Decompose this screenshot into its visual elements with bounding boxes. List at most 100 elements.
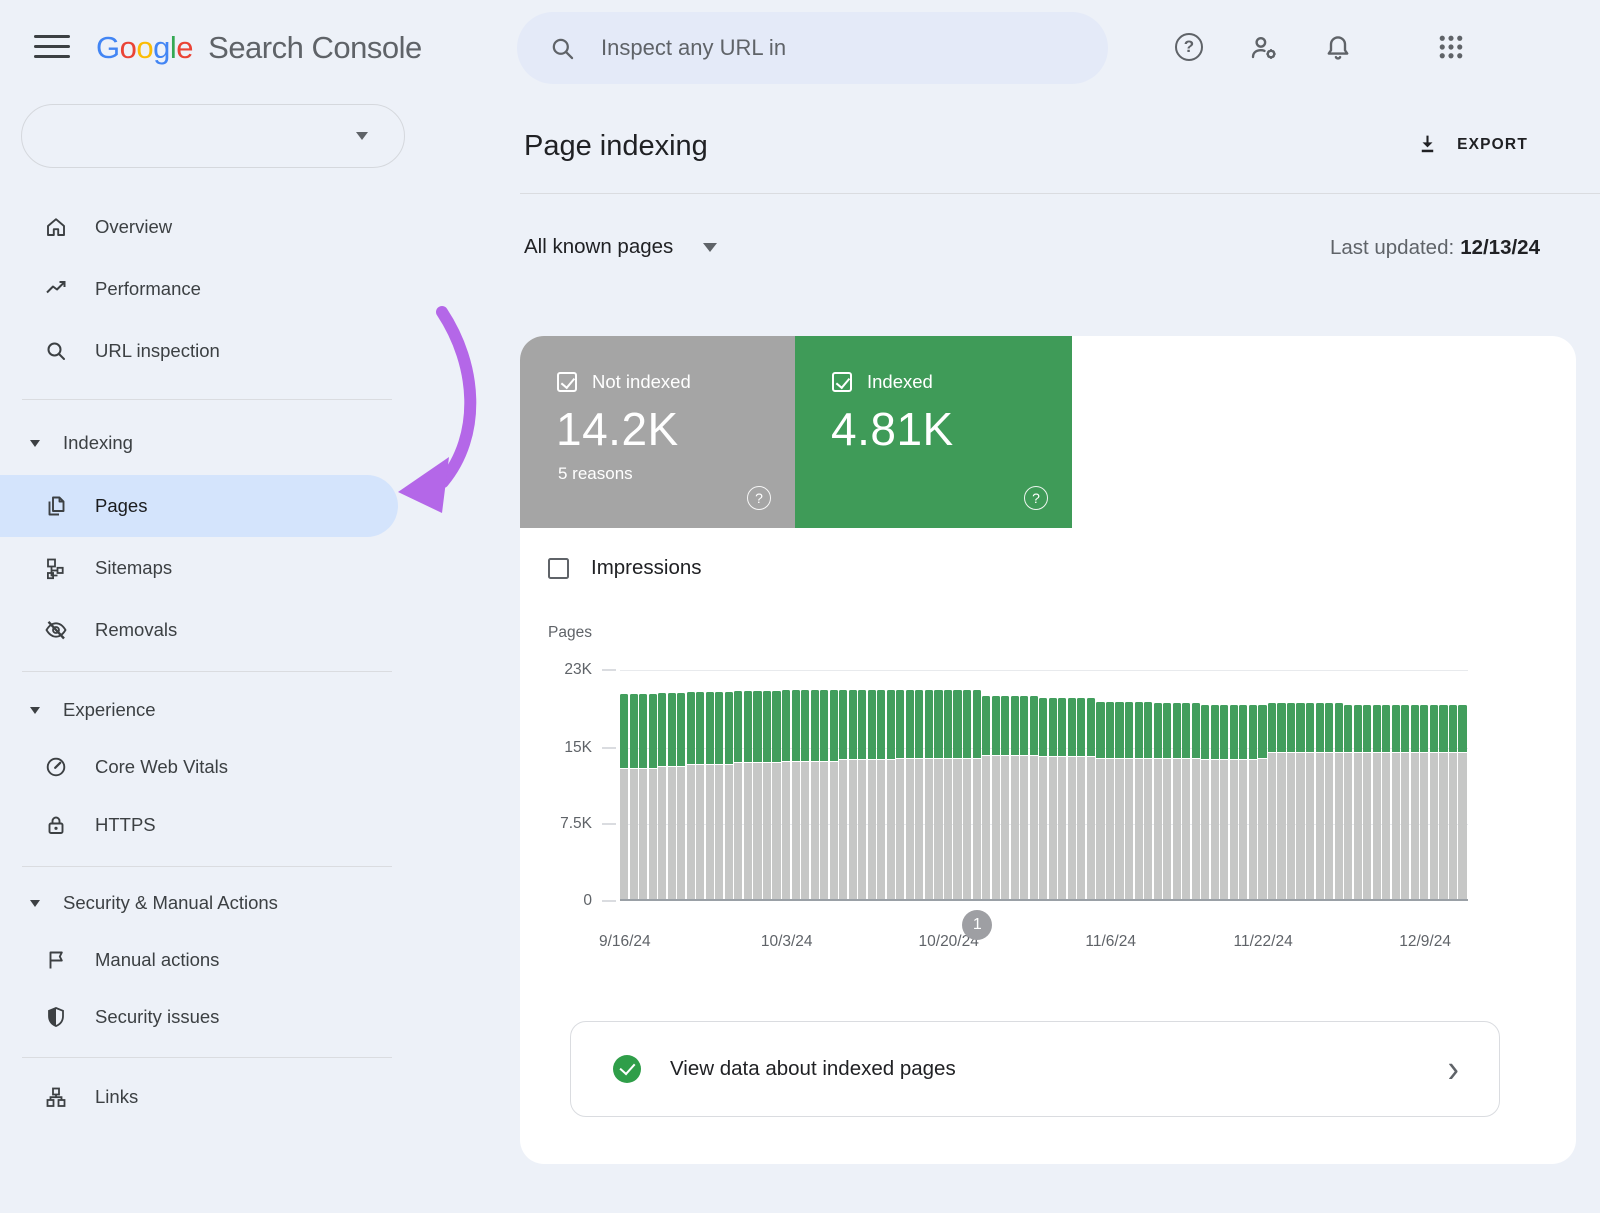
bar-indexed[interactable] [839, 690, 847, 760]
bar-not-indexed[interactable] [1173, 759, 1181, 899]
view-indexed-data-button[interactable]: View data about indexed pages › [570, 1021, 1500, 1117]
bar-indexed[interactable] [1449, 705, 1457, 753]
bar-not-indexed[interactable] [1201, 760, 1209, 899]
bar-indexed[interactable] [782, 690, 790, 761]
bar-not-indexed[interactable] [1277, 753, 1285, 899]
bar-not-indexed[interactable] [687, 765, 695, 899]
bar-not-indexed[interactable] [887, 760, 895, 899]
bar-indexed[interactable] [706, 692, 714, 764]
bar-not-indexed[interactable] [1096, 759, 1104, 899]
bar-not-indexed[interactable] [715, 765, 723, 899]
bar-not-indexed[interactable] [925, 759, 933, 899]
sidebar-item-links[interactable]: Links [0, 1073, 398, 1121]
bar-not-indexed[interactable] [1030, 756, 1038, 899]
bar-not-indexed[interactable] [772, 763, 780, 899]
bar-indexed[interactable] [887, 690, 895, 760]
bar-indexed[interactable] [1182, 703, 1190, 758]
sidebar-item-pages[interactable]: Pages [0, 475, 398, 537]
bar-indexed[interactable] [953, 690, 961, 758]
bar-not-indexed[interactable] [1077, 757, 1085, 899]
bar-not-indexed[interactable] [1449, 753, 1457, 899]
sidebar-item-url-inspection[interactable]: URL inspection [0, 327, 398, 375]
bar-indexed[interactable] [944, 690, 952, 758]
bar-not-indexed[interactable] [982, 756, 990, 899]
bar-not-indexed[interactable] [830, 762, 838, 899]
bar-indexed[interactable] [1382, 705, 1390, 753]
bar-not-indexed[interactable] [915, 759, 923, 899]
bar-not-indexed[interactable] [1325, 753, 1333, 899]
sidebar-section-experience[interactable]: Experience [0, 686, 398, 734]
bar-not-indexed[interactable] [1058, 757, 1066, 899]
bar-not-indexed[interactable] [706, 765, 714, 899]
bar-not-indexed[interactable] [868, 760, 876, 899]
bar-indexed[interactable] [1039, 698, 1047, 756]
bar-indexed[interactable] [668, 693, 676, 766]
indexed-card[interactable]: Indexed 4.81K ? [795, 336, 1072, 528]
bar-indexed[interactable] [630, 694, 638, 768]
bar-indexed[interactable] [1439, 705, 1447, 753]
bar-not-indexed[interactable] [820, 762, 828, 899]
bar-indexed[interactable] [1001, 696, 1009, 755]
not-indexed-checkbox[interactable] [557, 372, 577, 392]
bar-not-indexed[interactable] [1192, 759, 1200, 899]
user-settings-icon[interactable] [1249, 33, 1279, 63]
bar-not-indexed[interactable] [1154, 759, 1162, 899]
bar-not-indexed[interactable] [1401, 753, 1409, 899]
apps-grid-icon[interactable] [1437, 33, 1467, 63]
help-icon[interactable]: ? [1175, 33, 1205, 63]
bar-not-indexed[interactable] [992, 756, 1000, 899]
bar-indexed[interactable] [1020, 696, 1028, 755]
bar-not-indexed[interactable] [658, 767, 666, 899]
bar-indexed[interactable] [1125, 702, 1133, 758]
bar-not-indexed[interactable] [1430, 753, 1438, 899]
bar-not-indexed[interactable] [677, 767, 685, 899]
bar-not-indexed[interactable] [782, 762, 790, 899]
bar-not-indexed[interactable] [1020, 756, 1028, 899]
bar-indexed[interactable] [1011, 696, 1019, 755]
bar-not-indexed[interactable] [934, 759, 942, 899]
help-icon[interactable]: ? [1024, 486, 1048, 510]
bar-indexed[interactable] [1049, 698, 1057, 756]
impressions-checkbox[interactable] [548, 558, 569, 579]
bar-indexed[interactable] [687, 692, 695, 764]
bar-indexed[interactable] [1258, 705, 1266, 758]
bar-not-indexed[interactable] [630, 769, 638, 899]
bar-not-indexed[interactable] [1125, 759, 1133, 899]
bar-indexed[interactable] [973, 690, 981, 758]
bar-indexed[interactable] [677, 693, 685, 766]
sidebar-item-manual-actions[interactable]: Manual actions [0, 936, 398, 984]
bar-indexed[interactable] [868, 690, 876, 760]
bar-indexed[interactable] [1173, 703, 1181, 758]
bar-not-indexed[interactable] [1220, 760, 1228, 899]
bar-not-indexed[interactable] [1335, 753, 1343, 899]
bar-indexed[interactable] [1420, 705, 1428, 753]
bar-indexed[interactable] [1287, 703, 1295, 753]
bar-not-indexed[interactable] [1296, 753, 1304, 899]
bar-indexed[interactable] [1106, 702, 1114, 758]
url-inspection-searchbar[interactable]: Inspect any URL in [517, 12, 1108, 84]
bar-not-indexed[interactable] [1458, 753, 1466, 899]
bar-indexed[interactable] [1201, 705, 1209, 759]
bar-not-indexed[interactable] [792, 762, 800, 899]
bar-not-indexed[interactable] [849, 760, 857, 899]
bar-indexed[interactable] [639, 694, 647, 768]
bar-not-indexed[interactable] [1163, 759, 1171, 899]
bar-not-indexed[interactable] [753, 763, 761, 899]
bar-not-indexed[interactable] [1068, 757, 1076, 899]
bar-not-indexed[interactable] [1182, 759, 1190, 899]
bar-indexed[interactable] [1458, 705, 1466, 753]
bar-not-indexed[interactable] [1249, 760, 1257, 899]
bar-not-indexed[interactable] [896, 759, 904, 899]
notifications-bell-icon[interactable] [1323, 33, 1353, 63]
bar-not-indexed[interactable] [801, 762, 809, 899]
bar-not-indexed[interactable] [1011, 756, 1019, 899]
bar-not-indexed[interactable] [668, 767, 676, 899]
sidebar-item-removals[interactable]: Removals [0, 606, 398, 654]
bar-not-indexed[interactable] [1049, 757, 1057, 899]
bar-indexed[interactable] [1316, 703, 1324, 753]
bar-indexed[interactable] [649, 694, 657, 768]
bar-not-indexed[interactable] [1287, 753, 1295, 899]
bar-not-indexed[interactable] [1392, 753, 1400, 899]
bar-not-indexed[interactable] [1230, 760, 1238, 899]
bar-not-indexed[interactable] [953, 759, 961, 899]
